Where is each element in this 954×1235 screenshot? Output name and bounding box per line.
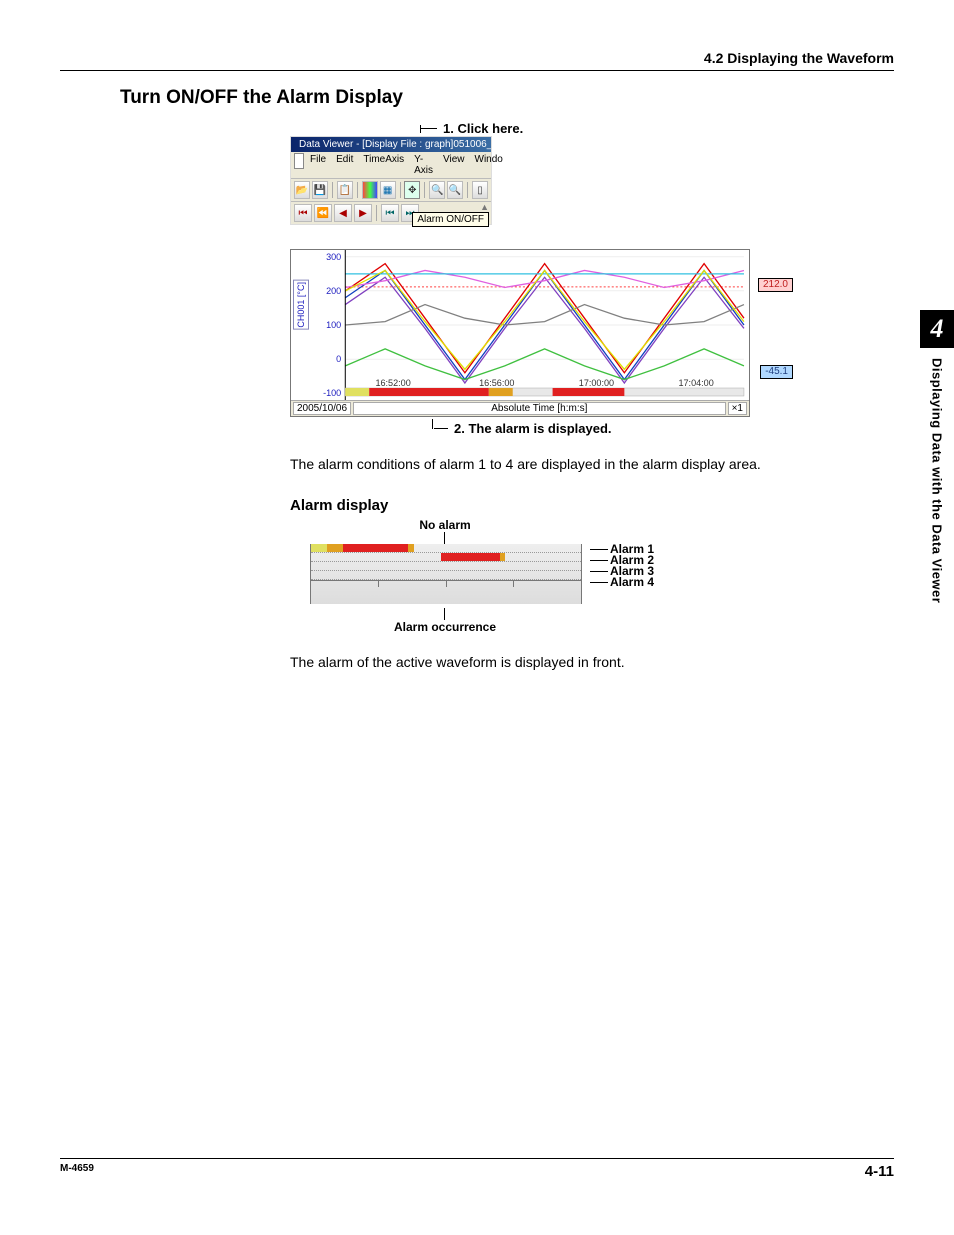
window-title: Data Viewer - [Display File : graph]0510… [299,139,491,150]
grid-icon[interactable]: ▦ [380,181,396,199]
menubar: File Edit TimeAxis Y-Axis View Windo [291,152,491,178]
cursor-icon[interactable]: ✥ [404,181,420,199]
alarm-occurrence-label: Alarm occurrence [394,620,496,634]
data-viewer-window: Data Viewer - [Display File : graph]0510… [290,136,492,225]
window-titlebar: Data Viewer - [Display File : graph]0510… [291,137,491,152]
page-number: 4-11 [865,1163,894,1180]
next-icon[interactable]: ▶ [354,204,372,222]
manual-id: M-4659 [60,1163,94,1180]
menu-file[interactable]: File [306,153,330,177]
prev-icon[interactable]: ◀ [334,204,352,222]
callout-click-here: 1. Click here. [443,121,523,136]
chapter-number: 4 [920,310,954,348]
waveform-chart: CH001 [°C] 300 200 100 0 -100 16:52:00 16:56:0… [290,249,750,436]
svg-text:200: 200 [326,286,341,296]
alarm-track [310,544,582,604]
body-text-2: The alarm of the active waveform is disp… [290,652,854,673]
copy-icon[interactable]: 📋 [337,181,353,199]
chapter-title: Displaying Data with the Data Viewer [930,358,945,603]
svg-text:16:56:00: 16:56:00 [479,378,514,388]
system-menu-icon[interactable] [294,153,304,169]
header-section-title: 4.2 Displaying the Waveform [60,50,894,66]
color-icon[interactable] [362,181,378,199]
zoom-in-icon[interactable]: 🔍 [429,181,445,199]
svg-text:17:04:00: 17:04:00 [678,378,713,388]
chapter-side-tab: 4 Displaying Data with the Data Viewer [920,310,954,603]
skip-back-icon[interactable]: ⏮ [381,204,399,222]
svg-text:17:00:00: 17:00:00 [579,378,614,388]
menu-yaxis[interactable]: Y-Axis [410,153,437,177]
alarm-display-title: Alarm display [290,497,854,514]
toolbar-nav: ⏮ ⏪ ◀ ▶ ⏮ ⏭ ▲ Alarm ON/OFF [291,201,491,224]
alarm-row-4: Alarm 4 [610,575,654,589]
alarm-tooltip: Alarm ON/OFF [412,212,489,227]
body-text-1: The alarm conditions of alarm 1 to 4 are… [290,454,854,475]
open-icon[interactable]: 📂 [294,181,310,199]
first-icon[interactable]: ⏮ [294,204,312,222]
toolbar-main: 📂 💾 📋 ▦ ✥ 🔍 🔍 ▯ [291,178,491,201]
bar-icon[interactable]: ▯ [472,181,488,199]
no-alarm-label: No alarm [419,518,470,532]
y-axis-label: CH001 [°C] [293,280,309,330]
menu-window[interactable]: Windo [471,153,507,177]
alarm-display-diagram: No alarm Alarm 1 Alarm 2 Alarm 3 Alarm 4 [290,518,630,634]
high-value-badge: 212.0 [758,278,793,292]
callout-alarm-displayed: 2. The alarm is displayed. [454,421,612,436]
svg-text:300: 300 [326,252,341,262]
svg-text:0: 0 [336,354,341,364]
svg-text:100: 100 [326,320,341,330]
menu-view[interactable]: View [439,153,469,177]
date-label: 2005/10/06 [293,402,351,415]
zoom-label: ×1 [728,402,747,415]
prev-page-icon[interactable]: ⏪ [314,204,332,222]
menu-edit[interactable]: Edit [332,153,357,177]
zoom-out-icon[interactable]: 🔍 [447,181,463,199]
menu-timeaxis[interactable]: TimeAxis [359,153,408,177]
x-axis-label: Absolute Time [h:m:s] [353,402,726,415]
svg-text:-100: -100 [323,388,341,398]
save-icon[interactable]: 💾 [312,181,328,199]
doc-title: Turn ON/OFF the Alarm Display [120,87,894,109]
chart-canvas: 300 200 100 0 -100 16:52:00 16:56:00 17:00:00 17… [315,250,749,400]
low-value-badge: -45.1 [760,365,793,379]
svg-text:16:52:00: 16:52:00 [375,378,410,388]
